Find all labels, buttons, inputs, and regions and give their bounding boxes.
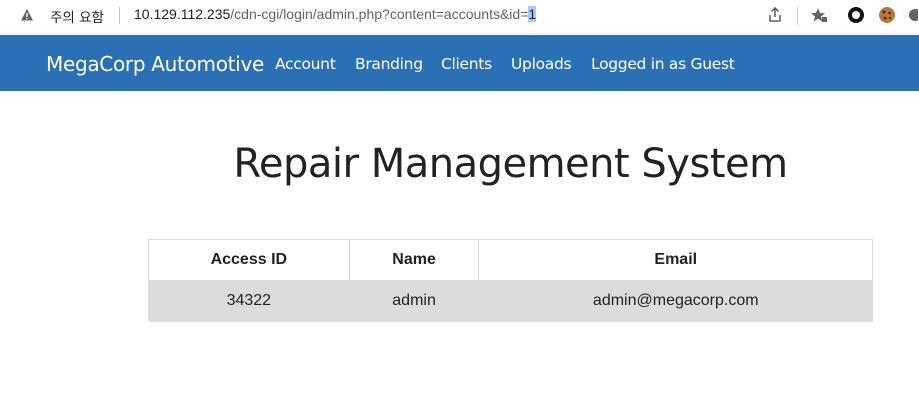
nav-account[interactable]: Account <box>275 55 336 73</box>
table-header-row: Access ID Name Email <box>148 239 873 281</box>
bookmark-star-icon[interactable] <box>810 6 828 24</box>
header-name: Name <box>348 239 480 281</box>
address-divider <box>119 7 120 24</box>
url-field[interactable]: 10.129.112.235/cdn-cgi/login/admin.php?c… <box>134 6 537 22</box>
security-warning-label[interactable]: 주의 요함 <box>50 6 104 26</box>
settings-icon[interactable] <box>906 6 918 24</box>
page-title: Repair Management System <box>233 141 788 187</box>
nav-clients[interactable]: Clients <box>441 55 492 73</box>
header-email: Email <box>478 239 873 281</box>
url-path: /cdn-cgi/login/admin.php?content=account… <box>230 6 529 22</box>
cookie-extension-icon[interactable] <box>878 6 896 24</box>
url-selected-text: 1 <box>528 6 537 22</box>
toolbar-divider <box>797 7 798 25</box>
warning-icon[interactable] <box>20 8 34 22</box>
url-host: 10.129.112.235 <box>134 6 231 22</box>
top-navbar: MegaCorp Automotive Account Branding Cli… <box>0 35 919 91</box>
nav-branding[interactable]: Branding <box>355 55 423 73</box>
share-icon[interactable] <box>766 6 784 24</box>
browser-address-bar: 주의 요함 10.129.112.235/cdn-cgi/login/admin… <box>0 0 919 34</box>
cell-access-id: 34322 <box>148 280 350 322</box>
cell-email: admin@megacorp.com <box>478 280 873 322</box>
cell-name: admin <box>348 280 480 322</box>
circle-extension-icon[interactable] <box>847 6 865 24</box>
accounts-table: Access ID Name Email 34322 admin admin@m… <box>148 239 873 322</box>
table-row: 34322 admin admin@megacorp.com <box>148 280 873 322</box>
nav-uploads[interactable]: Uploads <box>511 55 572 73</box>
nav-logged-in-status[interactable]: Logged in as Guest <box>591 55 735 73</box>
brand-link[interactable]: MegaCorp Automotive <box>46 52 264 76</box>
header-access-id: Access ID <box>148 239 350 281</box>
